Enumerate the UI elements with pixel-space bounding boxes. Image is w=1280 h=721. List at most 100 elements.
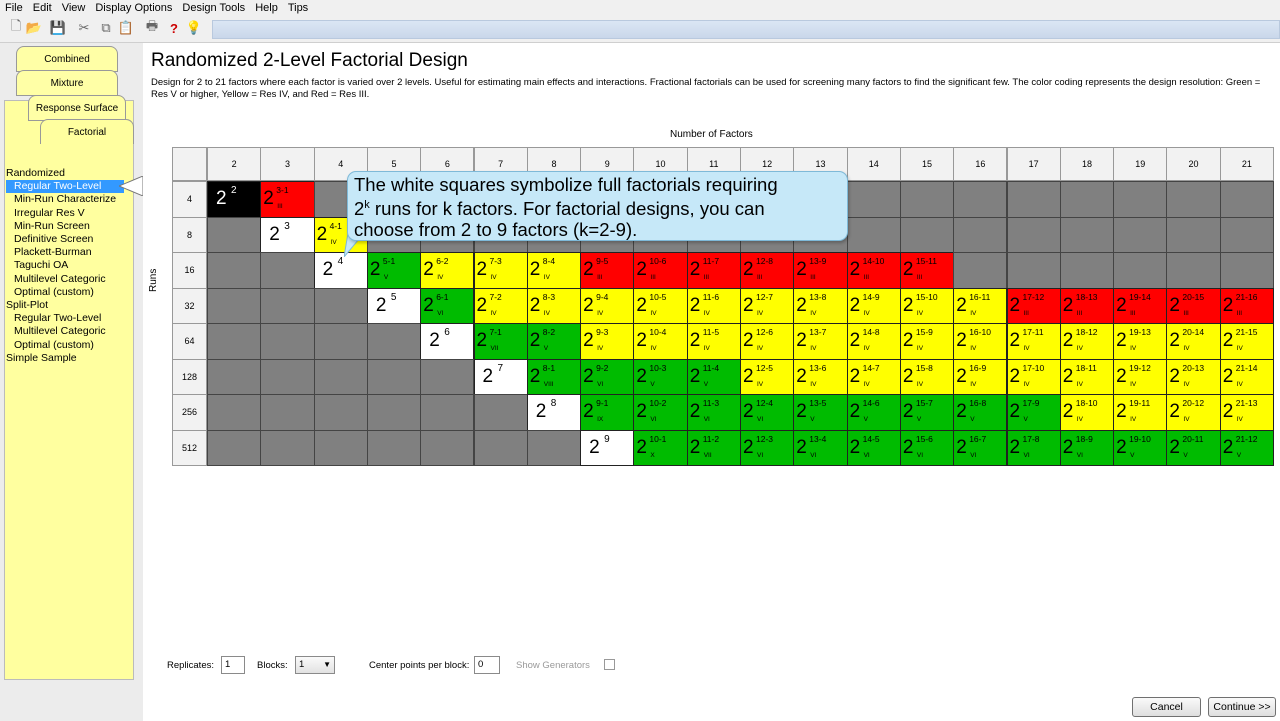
menu-design-tools[interactable]: Design Tools <box>177 0 250 16</box>
design-cell[interactable]: 2 12-7 IV <box>740 287 795 324</box>
tree-randomized-item[interactable]: Irregular Res V <box>6 207 132 220</box>
design-cell[interactable]: 2 20-12 IV <box>1166 394 1221 431</box>
center-points-input[interactable]: 0 <box>474 656 500 674</box>
design-cell[interactable]: 2 17-10 IV <box>1006 358 1061 395</box>
design-cell[interactable]: 27 <box>473 358 528 395</box>
menu-file[interactable]: File <box>0 0 28 16</box>
design-cell[interactable]: 2 13-7 IV <box>793 323 848 360</box>
design-cell[interactable]: 2 13-4 VI <box>793 429 848 466</box>
menu-view[interactable]: View <box>57 0 91 16</box>
tip-lightbulb-icon[interactable]: 💡 <box>186 20 202 36</box>
tree-randomized-item[interactable]: Definitive Screen <box>6 233 132 246</box>
design-cell[interactable]: 2 20-13 IV <box>1166 358 1221 395</box>
tree-split-plot[interactable]: Split-Plot <box>6 299 132 312</box>
paste-icon[interactable]: 📋 <box>118 20 134 36</box>
menu-help[interactable]: Help <box>250 0 283 16</box>
tab-factorial[interactable]: Factorial <box>40 119 134 144</box>
menu-tips[interactable]: Tips <box>283 0 313 16</box>
design-cell[interactable]: 2 11-5 IV <box>686 323 741 360</box>
tree-simple-sample[interactable]: Simple Sample <box>6 352 132 365</box>
design-cell[interactable]: 2 16-8 V <box>953 394 1008 431</box>
design-cell[interactable]: 2 14-7 IV <box>846 358 901 395</box>
replicates-input[interactable]: 1 <box>221 656 245 674</box>
design-cell[interactable]: 2 14-10 III <box>846 252 901 289</box>
design-cell[interactable]: 2 8-3 IV <box>526 287 582 324</box>
design-cell[interactable]: 2 15-7 V <box>899 394 955 431</box>
design-cell[interactable]: 2 7-1 VII <box>473 323 528 360</box>
design-cell[interactable]: 2 12-4 VI <box>740 394 795 431</box>
design-cell[interactable]: 2 18-10 IV <box>1059 394 1115 431</box>
design-cell[interactable]: 2 5-1 V <box>366 252 422 289</box>
continue-button[interactable]: Continue >> <box>1208 697 1276 717</box>
design-cell[interactable]: 2 6-1 VI <box>420 287 475 324</box>
menu-display-options[interactable]: Display Options <box>90 0 177 16</box>
design-cell[interactable]: 2 14-9 IV <box>846 287 901 324</box>
design-cell[interactable]: 2 19-13 IV <box>1113 323 1168 360</box>
design-cell[interactable]: 2 12-5 IV <box>740 358 795 395</box>
design-cell[interactable]: 2 14-6 V <box>846 394 901 431</box>
design-cell[interactable]: 2 10-2 VI <box>633 394 688 431</box>
design-cell[interactable]: 2 8-4 IV <box>526 252 582 289</box>
design-cell[interactable]: 2 16-11 IV <box>953 287 1008 324</box>
design-cell[interactable]: 25 <box>366 287 422 324</box>
design-cell[interactable]: 29 <box>580 429 635 466</box>
design-cell[interactable]: 2 15-11 III <box>899 252 955 289</box>
tree-randomized-item[interactable]: Optimal (custom) <box>6 286 132 299</box>
design-cell[interactable]: 2 21-16 III <box>1219 287 1274 324</box>
design-cell[interactable]: 2 10-4 IV <box>633 323 688 360</box>
design-cell[interactable]: 2 13-8 IV <box>793 287 848 324</box>
design-cell[interactable]: 2 17-11 IV <box>1006 323 1061 360</box>
design-cell[interactable]: 2 20-15 III <box>1166 287 1221 324</box>
design-cell[interactable]: 2 11-7 III <box>686 252 741 289</box>
design-cell[interactable]: 24 <box>313 252 368 289</box>
blocks-select[interactable]: 1 ▼ <box>295 656 335 674</box>
design-cell[interactable]: 2 16-7 VI <box>953 429 1008 466</box>
tree-split-plot-item[interactable]: Multilevel Categoric <box>6 325 132 338</box>
tree-randomized[interactable]: Randomized <box>6 167 132 180</box>
design-cell[interactable]: 2 21-12 V <box>1219 429 1274 466</box>
design-cell[interactable]: 2 11-6 IV <box>686 287 741 324</box>
design-cell[interactable]: 2 8-2 V <box>526 323 582 360</box>
design-cell[interactable]: 2 6-2 IV <box>420 252 475 289</box>
tree-randomized-item[interactable]: Regular Two-Level <box>6 180 124 194</box>
tree-randomized-item[interactable]: Plackett-Burman <box>6 246 132 259</box>
design-cell[interactable]: 2 10-3 V <box>633 358 688 395</box>
design-cell[interactable]: 2 9-1 IX <box>580 394 635 431</box>
help-question-icon[interactable]: ? <box>166 20 182 36</box>
design-cell[interactable]: 2 15-9 IV <box>899 323 955 360</box>
design-cell[interactable]: 2 17-8 VI <box>1006 429 1061 466</box>
open-folder-icon[interactable]: 📂 <box>26 20 42 36</box>
design-cell[interactable]: 2 12-8 III <box>740 252 795 289</box>
design-cell[interactable]: 2 12-6 IV <box>740 323 795 360</box>
tree-randomized-item[interactable]: Taguchi OA <box>6 259 132 272</box>
tree-split-plot-item[interactable]: Regular Two-Level <box>6 312 132 325</box>
design-cell[interactable]: 2 20-14 IV <box>1166 323 1221 360</box>
design-cell[interactable]: 2 8-1 VIII <box>526 358 582 395</box>
design-cell[interactable]: 2 15-8 IV <box>899 358 955 395</box>
design-cell[interactable]: 2 18-13 III <box>1059 287 1115 324</box>
design-cell[interactable]: 2 21-13 IV <box>1219 394 1274 431</box>
design-cell[interactable]: 2 16-9 IV <box>953 358 1008 395</box>
design-cell[interactable]: 2 19-14 III <box>1113 287 1168 324</box>
design-cell[interactable]: 2 19-12 IV <box>1113 358 1168 395</box>
design-cell[interactable]: 23 <box>260 216 315 253</box>
design-cell[interactable]: 22 <box>207 181 262 218</box>
design-cell[interactable]: 2 19-11 IV <box>1113 394 1168 431</box>
cancel-button[interactable]: Cancel <box>1132 697 1201 717</box>
save-icon[interactable]: 💾 <box>50 20 66 36</box>
design-cell[interactable]: 2 13-9 III <box>793 252 848 289</box>
design-cell[interactable]: 2 17-12 III <box>1006 287 1061 324</box>
design-cell[interactable]: 2 9-5 III <box>580 252 635 289</box>
design-cell[interactable]: 2 13-6 IV <box>793 358 848 395</box>
design-cell[interactable]: 28 <box>526 394 582 431</box>
design-cell[interactable]: 2 14-5 VI <box>846 429 901 466</box>
design-cell[interactable]: 2 16-10 IV <box>953 323 1008 360</box>
design-cell[interactable]: 2 7-2 IV <box>473 287 528 324</box>
design-cell[interactable]: 2 10-5 IV <box>633 287 688 324</box>
design-cell[interactable]: 2 10-6 III <box>633 252 688 289</box>
design-cell[interactable]: 2 18-11 IV <box>1059 358 1115 395</box>
tree-randomized-item[interactable]: Min-Run Characterize <box>6 193 132 206</box>
tab-mixture[interactable]: Mixture <box>16 70 118 96</box>
design-cell[interactable]: 2 15-10 IV <box>899 287 955 324</box>
design-cell[interactable]: 2 11-2 VII <box>686 429 741 466</box>
